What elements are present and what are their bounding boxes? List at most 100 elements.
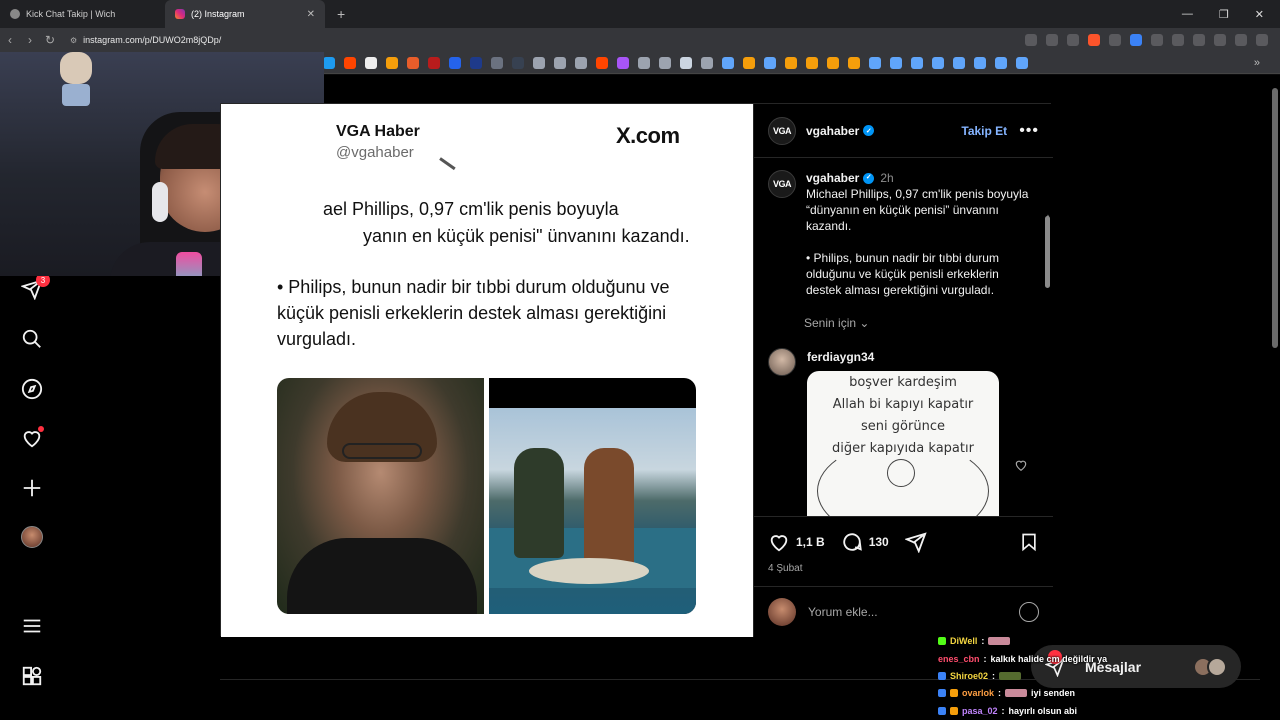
sidebar-item-create[interactable]: [20, 476, 44, 500]
bookmark-icon[interactable]: [953, 56, 965, 69]
post-author[interactable]: vgahaber ✓: [806, 124, 875, 138]
media-icon[interactable]: [1235, 34, 1247, 46]
close-tab-icon[interactable]: ✕: [307, 9, 315, 20]
sidebar-item-more[interactable]: [20, 614, 44, 638]
bookmark-icon[interactable]: [617, 56, 629, 69]
site-info-icon[interactable]: ⚙: [70, 36, 77, 45]
back-icon[interactable]: ‹: [0, 33, 20, 47]
extension-icon[interactable]: [1130, 34, 1142, 46]
emoji-icon[interactable]: [1019, 602, 1039, 622]
avatar[interactable]: VGA: [768, 116, 796, 145]
sidebar-item-search[interactable]: [20, 327, 44, 351]
bookmark-icon[interactable]: [659, 56, 671, 69]
brave-shield-icon[interactable]: [1088, 34, 1100, 46]
comment-icon: [842, 533, 862, 551]
restore-icon[interactable]: ❐: [1219, 8, 1229, 21]
sidebar-item-explore[interactable]: [20, 377, 44, 401]
puzzle-icon[interactable]: [1193, 34, 1205, 46]
bookmark-icon[interactable]: [344, 56, 356, 69]
bookmark-icon[interactable]: [806, 56, 818, 69]
bookmark-icon[interactable]: [533, 56, 545, 69]
sidebar-item-also-from-meta[interactable]: [20, 664, 44, 688]
photo-woman: [584, 448, 634, 568]
bookmark-icon[interactable]: [785, 56, 797, 69]
bookmark-icon[interactable]: [428, 56, 440, 69]
bookmark-icon[interactable]: [449, 56, 461, 69]
post-media[interactable]: VGA Haber @vgahaber X.com ael Phillips, …: [221, 104, 753, 637]
emote-icon: [988, 637, 1011, 645]
bookmark-icon[interactable]: [995, 56, 1007, 69]
follow-button[interactable]: Takip Et: [961, 124, 1007, 138]
tab-kick-chat[interactable]: Kick Chat Takip | Wich: [0, 0, 165, 28]
menu-icon[interactable]: [1256, 34, 1268, 46]
extension-icon[interactable]: [1151, 34, 1163, 46]
for-you-dropdown[interactable]: Senin için ⌄: [804, 316, 869, 330]
bookmark-icon[interactable]: [764, 56, 776, 69]
bookmark-icon[interactable]: [911, 56, 923, 69]
folder-icon[interactable]: [701, 56, 713, 69]
bookmark-icon[interactable]: [407, 56, 419, 69]
comment-image[interactable]: boşver kardeşim Allah bi kapıyı kapatır …: [807, 371, 999, 516]
caption-text: • Philips, bunun nadir bir tıbbi durum o…: [806, 251, 999, 297]
bookmark-icon[interactable]: [680, 56, 692, 69]
zoom-icon[interactable]: [1025, 34, 1037, 46]
badge-icon: [938, 689, 946, 697]
share-icon[interactable]: [1067, 34, 1079, 46]
bookmark-icon[interactable]: [827, 56, 839, 69]
save-button[interactable]: [1019, 531, 1039, 558]
sidebar-item-notifications[interactable]: [20, 426, 44, 450]
bookmark-icon[interactable]: [974, 56, 986, 69]
url-field[interactable]: ⚙ instagram.com/p/DUWO2m8jQDp/: [70, 35, 221, 45]
new-tab-button[interactable]: +: [337, 6, 345, 22]
avatar[interactable]: [768, 348, 796, 376]
comment-button[interactable]: 130: [841, 531, 889, 553]
comment-input[interactable]: Yorum ekle...: [808, 605, 1019, 619]
share-button[interactable]: [904, 531, 927, 553]
forward-icon[interactable]: ›: [20, 33, 40, 47]
bookmark-icon[interactable]: [596, 56, 608, 69]
comment-username[interactable]: ferdiaygn34: [807, 350, 874, 364]
sidebar-icon[interactable]: [1214, 34, 1226, 46]
chevron-right-icon[interactable]: »: [1254, 57, 1280, 69]
bookmark-icon[interactable]: [869, 56, 881, 69]
extension-icon[interactable]: [1172, 34, 1184, 46]
close-window-icon[interactable]: ✕: [1255, 8, 1264, 21]
cast-icon[interactable]: [1046, 34, 1058, 46]
extension-icon[interactable]: [1109, 34, 1121, 46]
bookmark-icon[interactable]: [365, 56, 377, 69]
figurine: [60, 52, 92, 84]
caption-body: vgahaber ✓ 2h Michael Phillips, 0,97 cm'…: [806, 170, 1036, 298]
bookmark-icon[interactable]: [470, 56, 482, 69]
x-logo: X.com: [616, 123, 680, 148]
chat-username: enes_cbn: [938, 654, 980, 664]
bookmark-icon[interactable]: [932, 56, 944, 69]
bookmark-icon[interactable]: [638, 56, 650, 69]
bookmark-icon[interactable]: [1016, 56, 1028, 69]
badge-icon: [938, 707, 946, 715]
bookmark-icon[interactable]: [491, 56, 503, 69]
avatar[interactable]: VGA: [768, 170, 796, 198]
comments-section[interactable]: ▲ VGA vgahaber ✓ 2h Michael Phillips, 0,…: [754, 158, 1053, 516]
bookmark-icon[interactable]: [848, 56, 860, 69]
minimize-icon[interactable]: —: [1182, 8, 1193, 21]
bookmark-icon[interactable]: [890, 56, 902, 69]
bookmark-icon[interactable]: [743, 56, 755, 69]
like-button[interactable]: 1,1 B: [768, 531, 825, 553]
bookmark-icon[interactable]: [386, 56, 398, 69]
bookmark-icon[interactable]: [722, 56, 734, 69]
more-options-icon[interactable]: •••: [1019, 122, 1039, 140]
comments-scrollbar[interactable]: [1045, 216, 1050, 288]
reload-icon[interactable]: ↻: [40, 33, 60, 47]
bookmark-icon[interactable]: [554, 56, 566, 69]
page-scrollbar[interactable]: [1272, 88, 1278, 348]
tab-instagram[interactable]: (2) Instagram ✕: [165, 0, 325, 28]
tweet-author-handle: @vgahaber: [336, 144, 414, 161]
sidebar-item-profile[interactable]: [20, 525, 44, 549]
comment-like-button[interactable]: [1014, 458, 1028, 477]
bookmark-icon[interactable]: [575, 56, 587, 69]
caption-username[interactable]: vgahaber ✓: [806, 170, 875, 186]
bookmark-icon[interactable]: [512, 56, 524, 69]
bookmark-icon[interactable]: [323, 56, 335, 69]
messages-button[interactable]: Mesajlar: [1031, 645, 1241, 688]
sidebar-item-messages[interactable]: 3: [20, 273, 50, 301]
